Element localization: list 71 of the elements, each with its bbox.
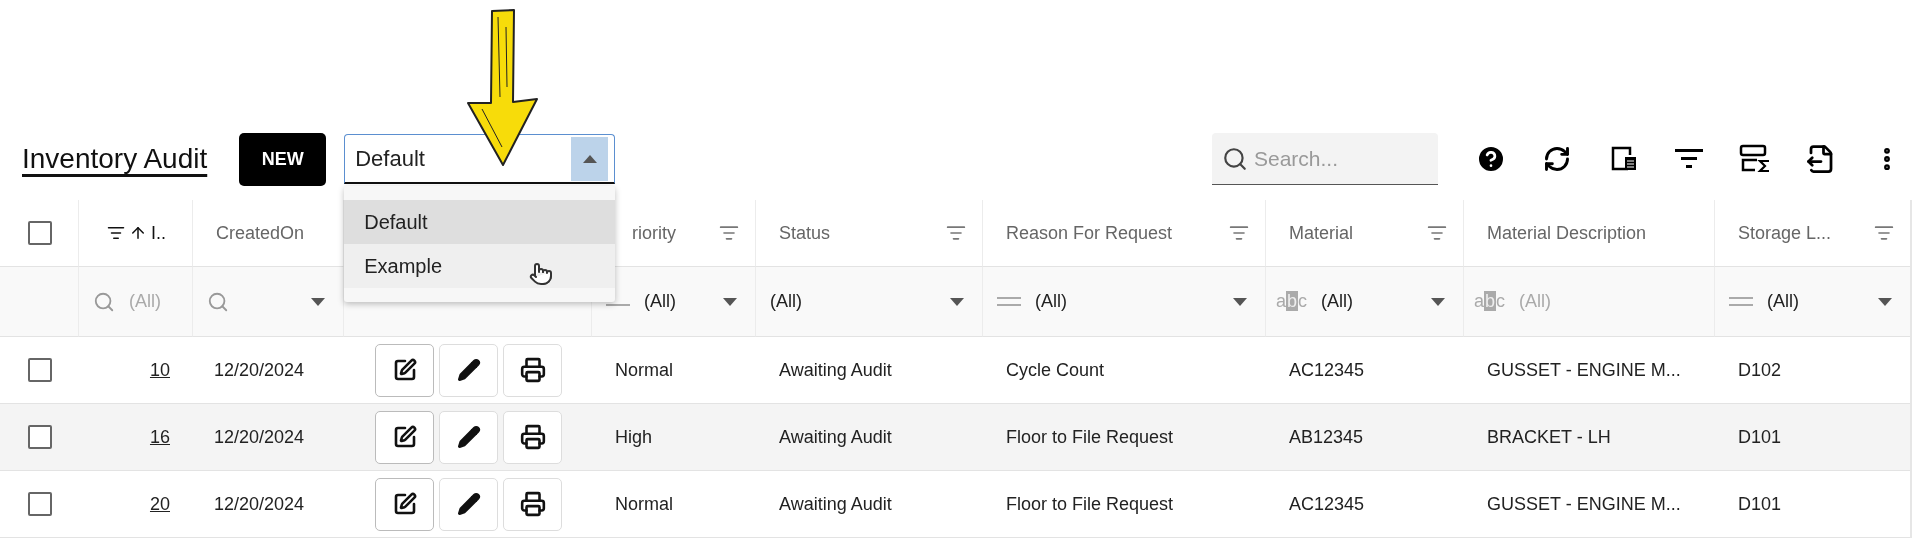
column-header[interactable]: Material Description: [1464, 222, 1647, 244]
search-field[interactable]: Search...: [1212, 133, 1438, 185]
edit-button[interactable]: [439, 343, 498, 397]
table-cell: Floor to File Request: [982, 404, 1265, 471]
filter-cell[interactable]: (All): [1714, 267, 1910, 337]
table-cell: High: [591, 404, 755, 471]
caret-icon: [582, 154, 597, 163]
table-cell: BRACKET - LH: [1463, 404, 1714, 471]
page-title: Inventory Audit: [22, 143, 208, 175]
search-icon: [1222, 146, 1248, 172]
filter-value[interactable]: (All): [644, 291, 676, 312]
equals-icon: [1729, 297, 1753, 306]
column-header[interactable]: Reason For Request: [983, 222, 1173, 244]
filter-cell[interactable]: (All): [982, 267, 1265, 337]
filter-value[interactable]: (All): [1035, 291, 1067, 312]
column-header[interactable]: Material: [1266, 222, 1354, 244]
edit-note-button[interactable]: [375, 343, 434, 397]
dropdown-option[interactable]: Default: [344, 200, 616, 244]
column-header[interactable]: CreatedOn: [193, 222, 305, 244]
row-checkbox[interactable]: [28, 358, 52, 382]
dropdown-caret-icon[interactable]: [1878, 297, 1892, 306]
printer-icon: [519, 424, 546, 450]
edit-note-icon: [392, 425, 417, 449]
id-link[interactable]: 16: [149, 426, 170, 448]
edit-note-icon: [392, 358, 417, 382]
dash-icon: [606, 303, 630, 306]
filter-cell[interactable]: (All): [591, 267, 755, 337]
edit-note-button[interactable]: [375, 410, 434, 464]
print-button[interactable]: [503, 410, 562, 464]
id-link[interactable]: 20: [149, 493, 170, 515]
filter-cell[interactable]: abc (All): [1265, 267, 1463, 337]
dropdown-caret-icon[interactable]: [723, 297, 737, 306]
filter-icon[interactable]: [107, 224, 125, 242]
dropdown-caret-icon[interactable]: [1233, 297, 1247, 306]
filter-value[interactable]: (All): [770, 291, 802, 312]
filter-value[interactable]: (All): [1767, 291, 1799, 312]
edit-note-icon: [392, 492, 417, 516]
printer-icon: [519, 357, 546, 383]
table-cell: 12/20/2024: [192, 404, 343, 471]
print-button[interactable]: [503, 477, 562, 531]
filter-value[interactable]: (All): [1321, 291, 1354, 312]
table-cell: D101: [1714, 404, 1910, 471]
dropdown-caret-icon[interactable]: [1431, 297, 1445, 306]
search-icon: [93, 290, 115, 313]
column-header[interactable]: Status: [756, 222, 831, 244]
hand-cursor-icon: [529, 262, 554, 286]
search-icon: [207, 290, 229, 313]
filter-cell[interactable]: (All): [755, 267, 982, 337]
print-button[interactable]: [503, 343, 562, 397]
row-checkbox[interactable]: [28, 425, 52, 449]
dropdown-caret-icon[interactable]: [311, 297, 325, 306]
row-checkbox[interactable]: [28, 492, 52, 516]
dropdown-caret-icon[interactable]: [950, 297, 964, 306]
dropdown-option[interactable]: Example: [344, 244, 616, 288]
sort-ascending-icon[interactable]: [129, 224, 147, 242]
pencil-icon: [456, 425, 481, 449]
new-button[interactable]: NEW: [239, 132, 327, 186]
edit-button[interactable]: [439, 477, 498, 531]
pencil-icon: [456, 358, 481, 382]
checkbox[interactable]: [28, 221, 52, 245]
equals-icon: [997, 297, 1021, 306]
column-header[interactable]: I..: [151, 222, 166, 244]
edit-note-button[interactable]: [375, 477, 434, 531]
table-cell: AB12345: [1265, 404, 1463, 471]
printer-icon: [519, 491, 546, 517]
id-link[interactable]: 10: [149, 359, 170, 381]
edit-button[interactable]: [439, 410, 498, 464]
table-cell: Awaiting Audit: [755, 404, 982, 471]
filter-cell[interactable]: [192, 267, 343, 337]
column-header[interactable]: Storage L...: [1715, 222, 1832, 244]
pencil-icon: [456, 492, 481, 516]
